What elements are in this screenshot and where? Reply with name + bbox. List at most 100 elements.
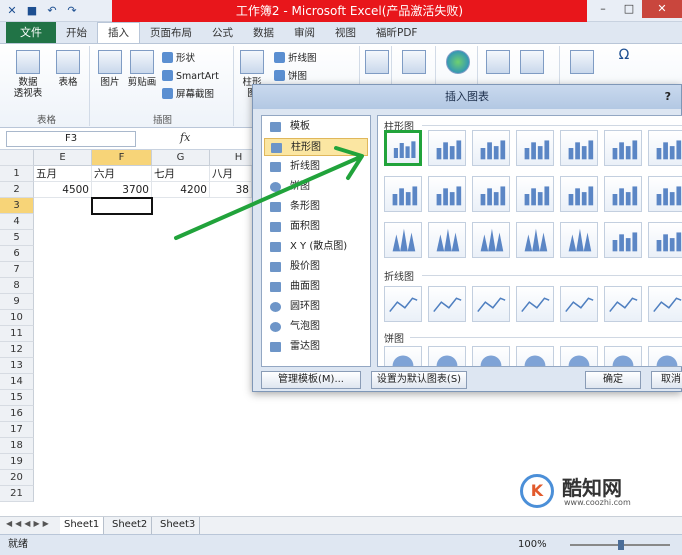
column-subtype-thumb[interactable]	[384, 222, 422, 258]
active-cell-f3[interactable]	[91, 197, 153, 215]
zoom-slider[interactable]	[570, 540, 670, 550]
row-header-5[interactable]: 5	[0, 230, 34, 246]
row-header-9[interactable]: 9	[0, 294, 34, 310]
symbol-button[interactable]: Ω	[610, 48, 638, 62]
category-doughnut[interactable]: 圆环图	[264, 298, 368, 316]
tab-view[interactable]: 视图	[325, 23, 366, 43]
undo-icon[interactable]: ↶	[44, 3, 60, 19]
sheet-tab-sheet2[interactable]: Sheet2	[108, 517, 153, 534]
row-header-15[interactable]: 15	[0, 390, 34, 406]
column-subtype-thumb[interactable]	[560, 176, 598, 212]
row-header-3[interactable]: 3	[0, 198, 34, 214]
line-chart-button[interactable]: 折线图	[274, 52, 317, 66]
set-default-chart-button[interactable]: 设置为默认图表(S)	[371, 371, 467, 389]
row-header-4[interactable]: 4	[0, 214, 34, 230]
line-subtype-thumb[interactable]	[472, 286, 510, 322]
name-box[interactable]: F3	[6, 131, 136, 147]
screenshot-button[interactable]: 屏幕截图	[162, 88, 214, 102]
column-subtype-thumb[interactable]	[604, 222, 642, 258]
row-header-18[interactable]: 18	[0, 438, 34, 454]
shapes-button[interactable]: 形状	[162, 52, 195, 66]
row-header-2[interactable]: 2	[0, 182, 34, 198]
category-pie[interactable]: 饼图	[264, 178, 368, 196]
cancel-button[interactable]: 取消	[651, 371, 682, 389]
pie-subtype-thumb[interactable]	[384, 346, 422, 366]
header-footer-button[interactable]	[518, 50, 546, 77]
ok-button[interactable]: 确定	[585, 371, 641, 389]
category-bubble[interactable]: 气泡图	[264, 318, 368, 336]
tab-data[interactable]: 数据	[243, 23, 284, 43]
column-subtype-thumb[interactable]	[384, 176, 422, 212]
row-header-14[interactable]: 14	[0, 374, 34, 390]
row-header-21[interactable]: 21	[0, 486, 34, 502]
fx-icon[interactable]: fx	[180, 131, 190, 144]
row-header-16[interactable]: 16	[0, 406, 34, 422]
row-header-20[interactable]: 20	[0, 470, 34, 486]
column-subtype-thumb[interactable]	[604, 176, 642, 212]
cell-h2[interactable]: 38	[210, 182, 252, 198]
column-subtype-thumb[interactable]	[472, 222, 510, 258]
smartart-button[interactable]: SmartArt	[162, 70, 219, 84]
redo-icon[interactable]: ↷	[64, 3, 80, 19]
clipart-button[interactable]: 剪贴画	[126, 50, 158, 88]
save-icon[interactable]: ■	[24, 3, 40, 19]
category-area[interactable]: 面积图	[264, 218, 368, 236]
column-subtype-thumb[interactable]	[648, 222, 682, 258]
line-subtype-thumb[interactable]	[384, 286, 422, 322]
row-header-11[interactable]: 11	[0, 326, 34, 342]
column-header-g[interactable]: G	[152, 150, 210, 166]
category-bar[interactable]: 条形图	[264, 198, 368, 216]
tab-foxit-pdf[interactable]: 福昕PDF	[366, 23, 427, 43]
tab-insert[interactable]: 插入	[97, 22, 140, 43]
manage-templates-button[interactable]: 管理模板(M)...	[261, 371, 361, 389]
row-header-7[interactable]: 7	[0, 262, 34, 278]
pie-subtype-thumb[interactable]	[560, 346, 598, 366]
column-subtype-thumb[interactable]	[560, 130, 598, 166]
textbox-button[interactable]	[484, 50, 512, 77]
tab-review[interactable]: 审阅	[284, 23, 325, 43]
line-subtype-thumb[interactable]	[560, 286, 598, 322]
tab-home[interactable]: 开始	[56, 23, 97, 43]
pie-chart-button[interactable]: 饼图	[274, 70, 307, 84]
column-subtype-thumb[interactable]	[516, 176, 554, 212]
cell-e1[interactable]: 五月	[34, 166, 92, 182]
row-header-1[interactable]: 1	[0, 166, 34, 182]
column-subtype-thumb[interactable]	[428, 222, 466, 258]
column-subtype-thumb[interactable]	[648, 176, 682, 212]
cell-g1[interactable]: 七月	[152, 166, 210, 182]
cell-f1[interactable]: 六月	[92, 166, 152, 182]
column-subtype-thumb[interactable]	[428, 130, 466, 166]
column-subtype-thumb[interactable]	[472, 130, 510, 166]
pie-subtype-thumb[interactable]	[428, 346, 466, 366]
cell-e2[interactable]: 4500	[34, 182, 92, 198]
row-header-8[interactable]: 8	[0, 278, 34, 294]
sheet-nav-arrows[interactable]: ◀◀◀▶▶	[6, 519, 52, 528]
column-subtype-thumb[interactable]	[428, 176, 466, 212]
slicer-button[interactable]	[400, 50, 428, 77]
line-subtype-thumb[interactable]	[428, 286, 466, 322]
cell-h1[interactable]: 八月	[210, 166, 252, 182]
sheet-tab-sheet1[interactable]: Sheet1	[60, 517, 105, 534]
zoom-level[interactable]: 100%	[518, 535, 547, 555]
cell-g2[interactable]: 4200	[152, 182, 210, 198]
column-header-f[interactable]: F	[92, 150, 152, 166]
row-header-6[interactable]: 6	[0, 246, 34, 262]
column-subtype-thumb[interactable]	[604, 130, 642, 166]
category-stock[interactable]: 股价图	[264, 258, 368, 276]
row-header-17[interactable]: 17	[0, 422, 34, 438]
column-header-e[interactable]: E	[34, 150, 92, 166]
column-subtype-thumb[interactable]	[516, 130, 554, 166]
category-templates[interactable]: 模板	[264, 118, 368, 136]
tab-page-layout[interactable]: 页面布局	[140, 23, 202, 43]
category-surface[interactable]: 曲面图	[264, 278, 368, 296]
hyperlink-button[interactable]	[442, 50, 474, 77]
zoom-slider-knob[interactable]	[618, 540, 624, 550]
column-subtype-thumb[interactable]	[560, 222, 598, 258]
line-subtype-thumb[interactable]	[604, 286, 642, 322]
row-header-19[interactable]: 19	[0, 454, 34, 470]
pie-subtype-thumb[interactable]	[648, 346, 682, 366]
column-subtype-thumb[interactable]	[516, 222, 554, 258]
help-icon[interactable]: ?	[665, 85, 671, 109]
table-button[interactable]: 表格	[52, 50, 84, 88]
category-radar[interactable]: 雷达图	[264, 338, 368, 356]
